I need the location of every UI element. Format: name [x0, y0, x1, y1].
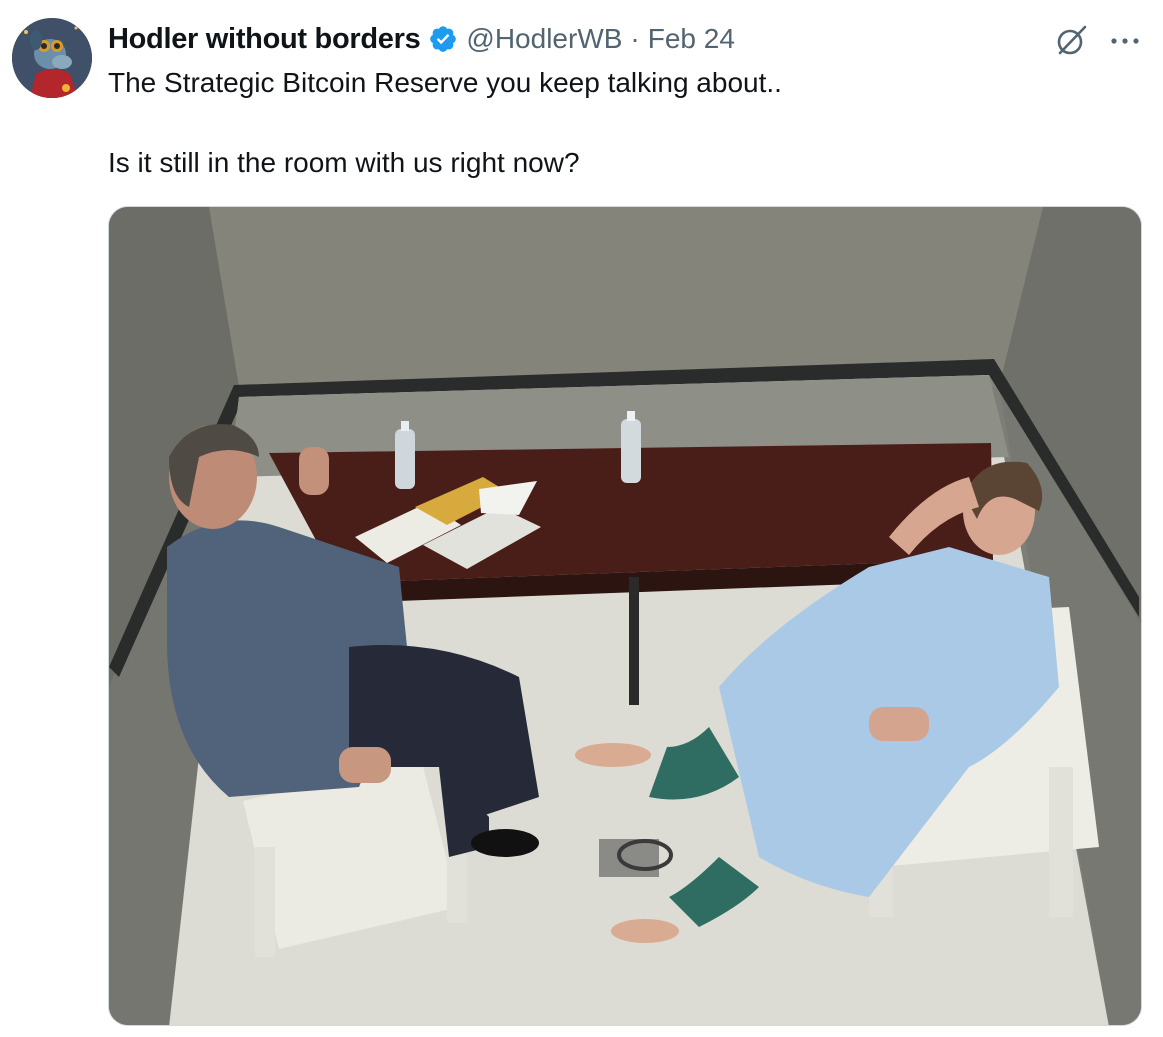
author-avatar[interactable] — [12, 18, 92, 98]
more-options-icon[interactable] — [1108, 26, 1142, 56]
post-header: Hodler without borders @HodlerWB · Feb 2… — [108, 20, 735, 58]
post-date[interactable]: Feb 24 — [648, 23, 735, 55]
post-text: The Strategic Bitcoin Reserve you keep t… — [108, 64, 1068, 182]
interrogation-room-photo — [109, 207, 1141, 1025]
header-separator: · — [630, 23, 640, 54]
verified-badge-icon[interactable] — [428, 24, 458, 54]
post-text-line-1: The Strategic Bitcoin Reserve you keep t… — [108, 67, 782, 98]
avatar-image — [12, 18, 92, 98]
post-media-image[interactable] — [108, 206, 1142, 1026]
post-text-line-2: Is it still in the room with us right no… — [108, 147, 580, 178]
author-handle[interactable]: @HodlerWB — [466, 23, 622, 55]
grok-icon[interactable] — [1054, 24, 1088, 58]
author-name[interactable]: Hodler without borders — [108, 23, 421, 56]
